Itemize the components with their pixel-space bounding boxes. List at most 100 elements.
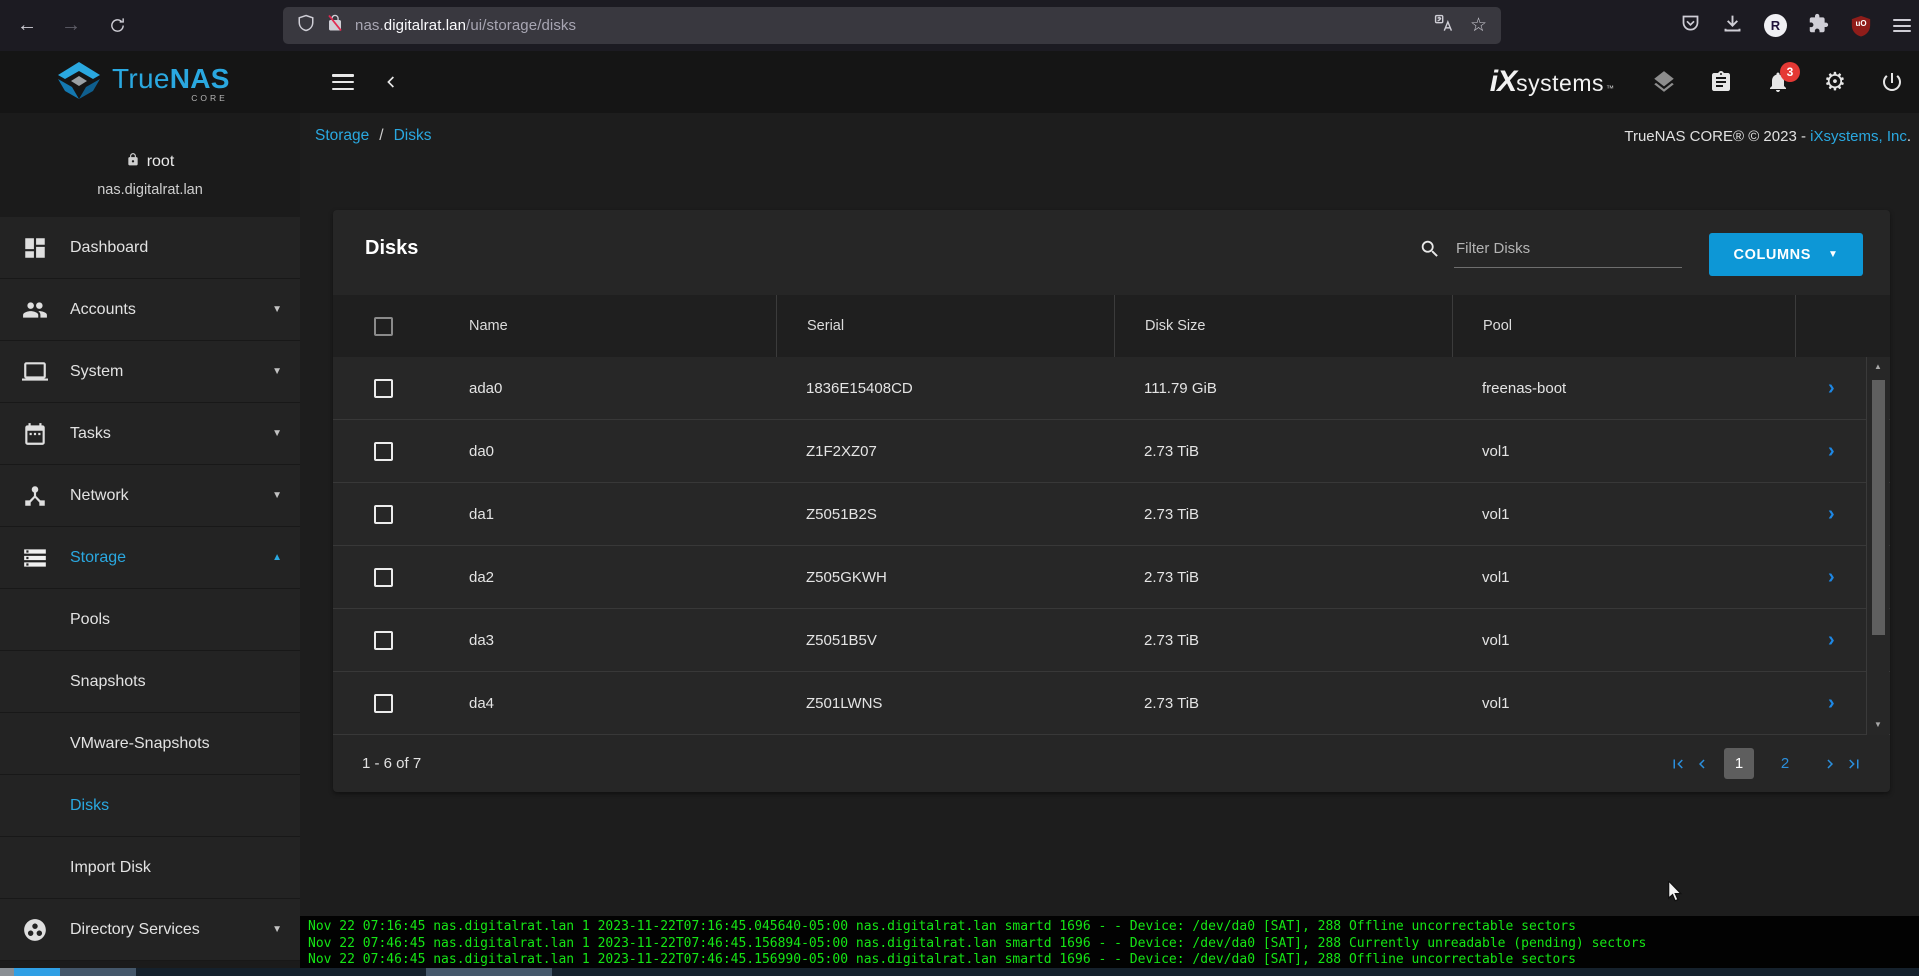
table-row-da4[interactable]: da4 Z501LWNS 2.73 TiB vol1 › [333, 672, 1890, 735]
sidebar-item-vmware-snapshots[interactable]: VMware-Snapshots [0, 713, 300, 775]
cell-name: da4 [443, 695, 776, 712]
sidebar-collapse-icon[interactable] [384, 72, 399, 97]
ixsystems-logo: iXsystems™ [1490, 65, 1614, 99]
truecommand-icon[interactable] [1651, 69, 1677, 95]
row-expand-chevron-icon[interactable]: › [1828, 693, 1835, 713]
browser-forward-icon[interactable]: → [52, 0, 90, 51]
cell-name: da3 [443, 632, 776, 649]
accounts-people-icon [22, 297, 48, 323]
sidebar-item-tasks[interactable]: Tasks ▼ [0, 403, 300, 465]
row-checkbox[interactable] [374, 442, 393, 461]
sidebar-item-directory-services[interactable]: Directory Services ▼ [0, 899, 300, 961]
column-header-disk-size[interactable]: Disk Size [1114, 295, 1452, 357]
sidebar-item-storage[interactable]: Storage ▲ [0, 527, 300, 589]
sidebar-item-snapshots[interactable]: Snapshots [0, 651, 300, 713]
row-checkbox[interactable] [374, 568, 393, 587]
horizontal-scrollbar[interactable] [0, 968, 1919, 976]
scroll-up-icon[interactable]: ▲ [1867, 359, 1889, 375]
hscroll-segment [60, 968, 136, 976]
row-checkbox[interactable] [374, 631, 393, 650]
pocket-icon[interactable] [1680, 13, 1701, 39]
insecure-lock-icon[interactable] [326, 13, 344, 38]
address-bar[interactable]: nas.digitalrat.lan/ui/storage/disks ☆ [283, 7, 1501, 44]
truenas-logo[interactable]: TrueNAS CORE [56, 60, 230, 102]
ixsystems-link[interactable]: iXsystems, Inc [1810, 128, 1907, 145]
filter-disks-input[interactable] [1454, 238, 1682, 268]
scroll-down-icon[interactable]: ▼ [1867, 717, 1889, 733]
column-header-serial[interactable]: Serial [776, 295, 1114, 357]
row-checkbox[interactable] [374, 379, 393, 398]
url-domain: digitalrat.lan [384, 17, 466, 34]
page-1-button[interactable]: 1 [1724, 748, 1754, 779]
page-2-button[interactable]: 2 [1768, 755, 1802, 772]
column-header-name[interactable]: Name [443, 295, 776, 357]
translate-icon[interactable] [1434, 14, 1453, 38]
console-line: Nov 22 07:46:45 nas.digitalrat.lan 1 202… [308, 936, 1919, 953]
table-row-da2[interactable]: da2 Z505GKWH 2.73 TiB vol1 › [333, 546, 1890, 609]
settings-gear-icon[interactable]: ⚙ [1822, 69, 1848, 95]
select-all-checkbox[interactable] [374, 317, 393, 336]
table-row-da0[interactable]: da0 Z1F2XZ07 2.73 TiB vol1 › [333, 420, 1890, 483]
power-icon[interactable] [1879, 69, 1905, 95]
url-text[interactable]: nas.digitalrat.lan/ui/storage/disks [355, 17, 576, 34]
notifications-bell-icon[interactable]: 3 [1765, 69, 1791, 95]
downloads-icon[interactable] [1722, 13, 1743, 39]
browser-menu-icon[interactable] [1893, 19, 1911, 32]
table-row-da1[interactable]: da1 Z5051B2S 2.73 TiB vol1 › [333, 483, 1890, 546]
extension-r-badge[interactable]: R [1764, 14, 1787, 37]
sidebar-item-import-disk[interactable]: Import Disk [0, 837, 300, 899]
scrollbar-thumb[interactable] [1872, 380, 1885, 635]
cell-disk-size: 2.73 TiB [1114, 632, 1452, 649]
lock-icon [126, 152, 140, 172]
bookmark-star-icon[interactable]: ☆ [1470, 14, 1487, 37]
ublock-origin-icon[interactable]: uO [1850, 14, 1872, 38]
header-actions: iXsystems™ 3 ⚙ [1490, 51, 1905, 113]
columns-button[interactable]: COLUMNS ▼ [1709, 233, 1863, 276]
table-scrollbar[interactable]: ▲ ▼ [1866, 357, 1889, 735]
cell-serial: Z5051B5V [776, 632, 1114, 649]
sidebar-item-pools[interactable]: Pools [0, 589, 300, 651]
brand-edition: CORE [191, 93, 228, 103]
row-expand-chevron-icon[interactable]: › [1828, 378, 1835, 398]
truenas-disks-page: ← → nas.digitalrat.lan/ui/storage/disks … [0, 0, 1919, 976]
sidebar-item-dashboard[interactable]: Dashboard [0, 217, 300, 279]
breadcrumb-disks-link[interactable]: Disks [394, 127, 432, 145]
row-expand-chevron-icon[interactable]: › [1828, 504, 1835, 524]
jobs-clipboard-icon[interactable] [1708, 69, 1734, 95]
table-row-ada0[interactable]: ada0 1836E15408CD 111.79 GiB freenas-boo… [333, 357, 1890, 420]
table-row-da3[interactable]: da3 Z5051B5V 2.73 TiB vol1 › [333, 609, 1890, 672]
first-page-icon[interactable] [1666, 752, 1690, 776]
console-line: Nov 22 07:16:45 nas.digitalrat.lan 1 202… [308, 919, 1919, 936]
row-checkbox[interactable] [374, 505, 393, 524]
browser-back-icon[interactable]: ← [8, 0, 46, 51]
extensions-puzzle-icon[interactable] [1808, 13, 1829, 39]
sidebar-item-disks[interactable]: Disks [0, 775, 300, 837]
row-checkbox[interactable] [374, 694, 393, 713]
hscroll-thumb[interactable] [14, 968, 60, 976]
previous-page-icon[interactable] [1690, 752, 1714, 776]
shield-icon[interactable] [297, 13, 315, 38]
cell-pool: vol1 [1452, 443, 1795, 460]
next-page-icon[interactable] [1818, 752, 1842, 776]
row-expand-chevron-icon[interactable]: › [1828, 630, 1835, 650]
console-footer[interactable]: Nov 22 07:16:45 nas.digitalrat.lan 1 202… [300, 916, 1919, 968]
sidebar-item-network[interactable]: Network ▼ [0, 465, 300, 527]
cell-pool: freenas-boot [1452, 380, 1795, 397]
cell-disk-size: 2.73 TiB [1114, 506, 1452, 523]
cell-name: da1 [443, 506, 776, 523]
browser-reload-icon[interactable] [98, 0, 136, 51]
sidebar-item-system[interactable]: System ▼ [0, 341, 300, 403]
user-name: root [147, 153, 175, 171]
sidebar: root nas.digitalrat.lan Dashboard Accoun… [0, 113, 300, 976]
sidebar-toggle-icon[interactable] [332, 74, 354, 90]
column-header-pool[interactable]: Pool [1452, 295, 1795, 357]
cell-pool: vol1 [1452, 632, 1795, 649]
url-subdomain: nas. [355, 17, 384, 34]
last-page-icon[interactable] [1842, 752, 1866, 776]
row-expand-chevron-icon[interactable]: › [1828, 441, 1835, 461]
row-expand-chevron-icon[interactable]: › [1828, 567, 1835, 587]
breadcrumb-storage-link[interactable]: Storage [315, 127, 369, 145]
table-header: Name Serial Disk Size Pool [333, 295, 1890, 357]
disks-card: Disks COLUMNS ▼ Name Serial Disk Size Po… [333, 210, 1890, 792]
sidebar-item-accounts[interactable]: Accounts ▼ [0, 279, 300, 341]
